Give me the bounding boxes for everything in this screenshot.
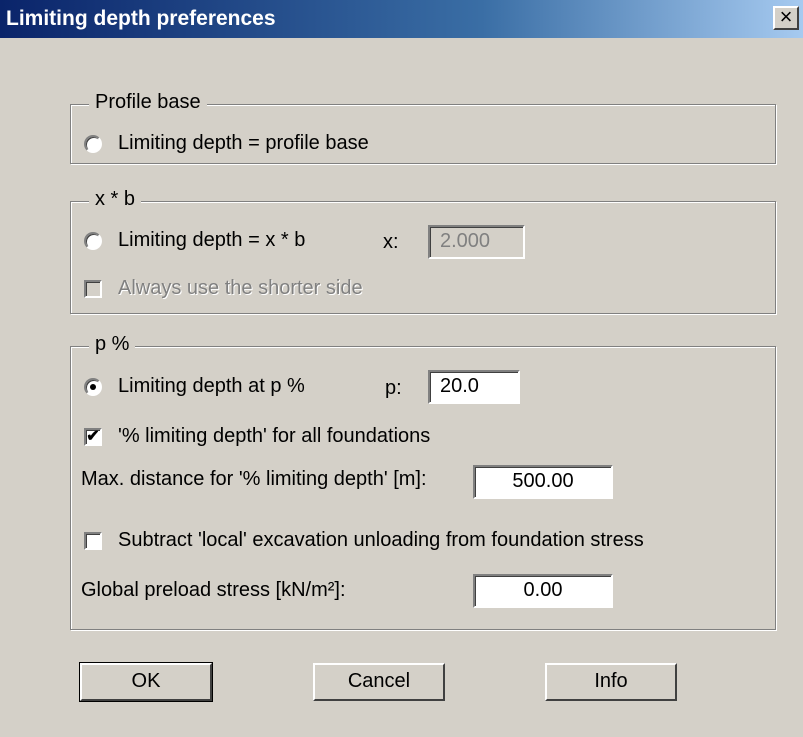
profile-base-radio-label: Limiting depth = profile base [118,132,369,154]
profile-base-option[interactable]: Limiting depth = profile base [84,132,369,155]
p-percent-radio-label: Limiting depth at p % [118,375,305,397]
xb-radio[interactable] [84,231,102,250]
xb-option[interactable]: Limiting depth = x * b [84,229,305,252]
title-bar: Limiting depth preferences × [0,0,803,38]
p-percent-group: p % Limiting depth at p % p: 20.0 ✔ '% l… [70,333,776,630]
profile-base-radio[interactable] [84,134,102,153]
preload-input[interactable]: 0.00 [473,574,613,608]
xb-group: x * b Limiting depth = x * b x: 2.000 Al… [70,188,776,314]
window-title: Limiting depth preferences [6,7,276,30]
ok-button[interactable]: OK [79,662,213,702]
shorter-side-checkbox[interactable] [84,279,102,298]
shorter-side-label: Always use the shorter side [118,277,363,299]
p-input[interactable]: 20.0 [428,370,520,404]
x-label: x: [383,231,399,253]
profile-base-group: Profile base Limiting depth = profile ba… [70,91,776,164]
all-foundations-label: '% limiting depth' for all foundations [118,425,431,447]
all-foundations-option[interactable]: ✔ '% limiting depth' for all foundations [84,425,430,448]
preload-label: Global preload stress [kN/m²]: [81,579,346,601]
profile-base-legend: Profile base [89,91,207,114]
xb-legend: x * b [89,188,142,211]
all-foundations-checkbox[interactable]: ✔ [84,427,102,446]
p-percent-option[interactable]: Limiting depth at p % [84,375,305,398]
info-button[interactable]: Info [545,663,677,701]
subtract-label: Subtract 'local' excavation unloading fr… [118,529,644,551]
max-distance-input[interactable]: 500.00 [473,465,613,499]
x-input[interactable]: 2.000 [428,225,525,259]
cancel-button[interactable]: Cancel [313,663,445,701]
p-label: p: [385,377,402,399]
close-button[interactable]: × [773,6,799,30]
subtract-option[interactable]: Subtract 'local' excavation unloading fr… [84,529,644,552]
checkmark-icon: ✔ [86,427,100,445]
xb-radio-label: Limiting depth = x * b [118,229,306,251]
subtract-checkbox[interactable] [84,531,102,550]
max-distance-label: Max. distance for '% limiting depth' [m]… [81,468,427,490]
p-percent-legend: p % [89,333,136,356]
p-percent-radio[interactable] [84,377,102,396]
shorter-side-option[interactable]: Always use the shorter side [84,277,363,300]
close-icon: × [779,4,793,29]
